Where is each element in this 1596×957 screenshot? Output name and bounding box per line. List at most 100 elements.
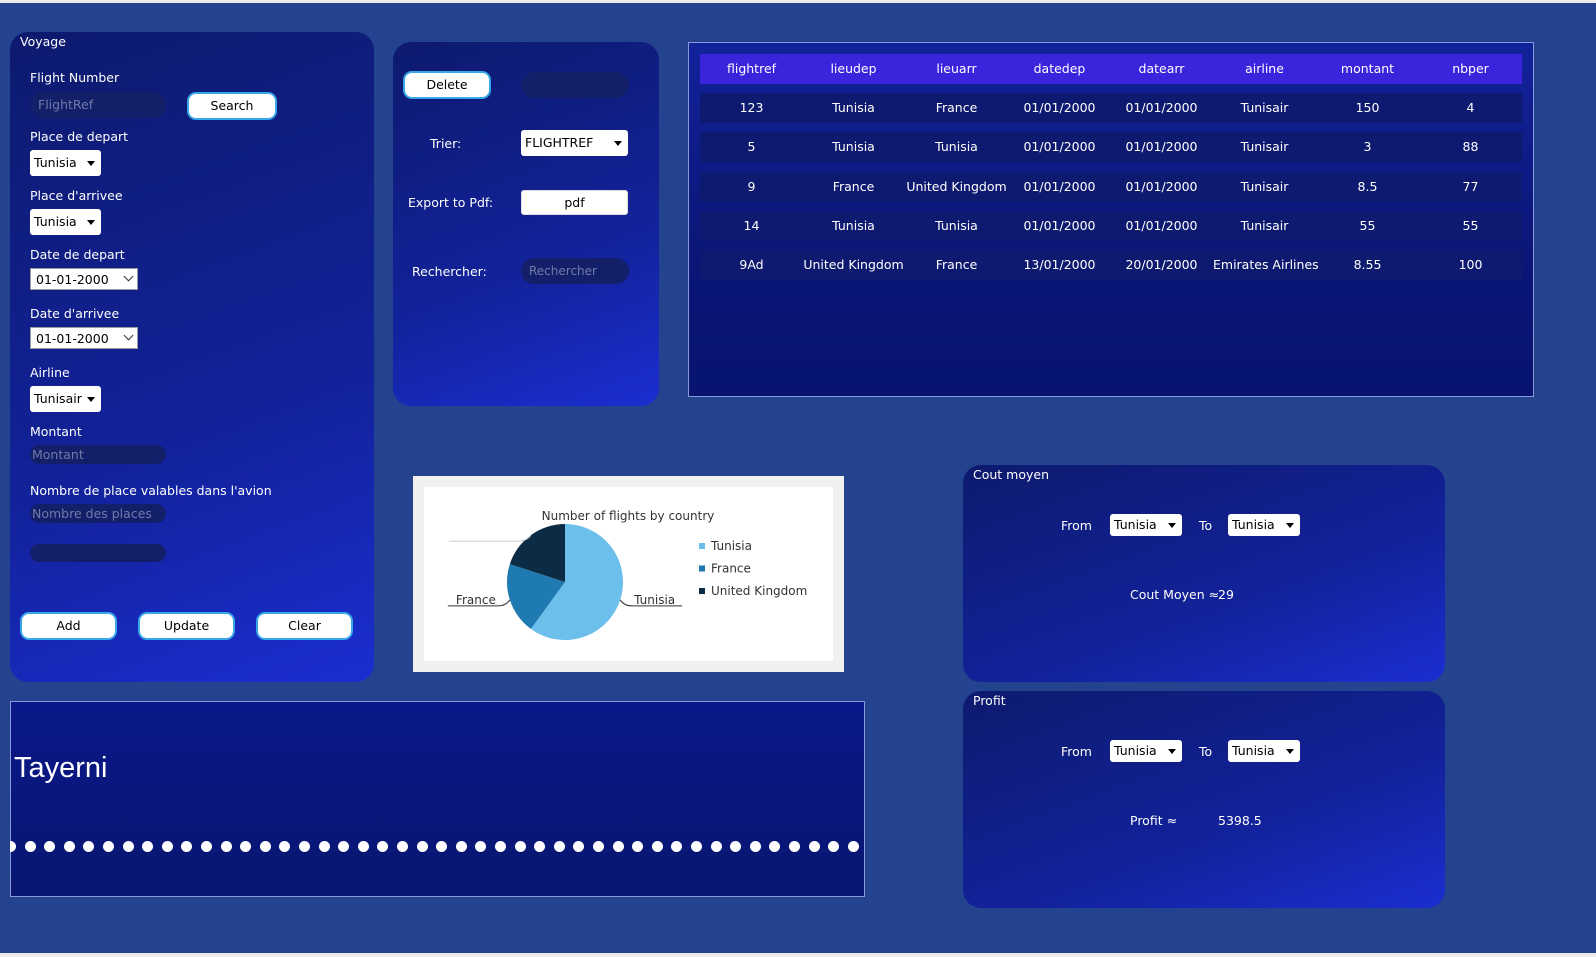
- profit-to-select[interactable]: Tunisia: [1228, 740, 1300, 762]
- dropdown-arrow-icon: [1168, 749, 1176, 754]
- progress-dot: [142, 841, 154, 852]
- place-depart-label: Place de depart: [30, 129, 129, 144]
- trier-label: Trier:: [430, 136, 462, 151]
- date-arrivee-picker[interactable]: 01-01-2000: [30, 327, 138, 349]
- profit-to-value: Tunisia: [1232, 743, 1275, 758]
- progress-dot: [475, 841, 487, 852]
- progress-dot: [240, 841, 252, 852]
- table-cell: 14: [743, 217, 760, 233]
- montant-input[interactable]: Montant: [30, 445, 166, 464]
- progress-dot: [769, 841, 781, 852]
- table-row[interactable]: 9Ad United Kingdom France 13/01/2000 20/01/2…: [700, 250, 1522, 281]
- table-cell: 8.55: [1353, 257, 1382, 273]
- table-row[interactable]: 9 France United Kingdom 01/01/2000 01/01/200…: [700, 171, 1522, 202]
- progress-dot: [416, 841, 428, 852]
- progress-dot: [455, 841, 467, 852]
- rechercher-input[interactable]: Rechercher: [521, 258, 629, 284]
- cout-moyen-panel: Cout moyen From Tunisia To Tunisia Cout …: [963, 465, 1445, 682]
- date-depart-picker[interactable]: 01-01-2000: [30, 268, 138, 290]
- progress-dot: [593, 841, 604, 852]
- pdf-button[interactable]: pdf: [521, 190, 628, 215]
- progress-dot: [44, 841, 56, 852]
- table-cell: Tunisair: [1240, 139, 1289, 155]
- table-cell: Tunisia: [832, 139, 875, 155]
- table-cell: France: [832, 178, 875, 194]
- update-button[interactable]: Update: [138, 612, 235, 640]
- table-cell: 01/01/2000: [1125, 217, 1198, 233]
- progress-dot: [122, 841, 134, 852]
- cout-from-value: Tunisia: [1114, 517, 1157, 532]
- table-row[interactable]: 14 Tunisia Tunisia 01/01/2000 01/01/2000 Tuni…: [700, 210, 1522, 241]
- dropdown-arrow-icon: [87, 220, 95, 225]
- slice-label: Tunisia: [633, 593, 675, 607]
- progress-dot: [338, 841, 350, 852]
- progress-dot: [397, 841, 408, 852]
- dropdown-arrow-icon: [87, 397, 95, 402]
- progress-dot: [299, 841, 310, 852]
- table-row[interactable]: 123 Tunisia France 01/01/2000 01/01/2000 Tuni…: [700, 93, 1522, 123]
- banner-title: Tayerni: [14, 752, 108, 784]
- table-cell: Tunisair: [1240, 100, 1289, 115]
- cout-result-label: Cout Moyen ≈: [1130, 587, 1220, 602]
- trier-select[interactable]: FLIGHTREF: [521, 130, 628, 156]
- profit-to-label: To: [1199, 744, 1213, 759]
- column-header[interactable]: lieudep: [802, 54, 905, 84]
- progress-dot: [847, 841, 859, 852]
- progress-dot: [181, 841, 193, 852]
- table-cell: 5: [747, 139, 756, 155]
- column-header[interactable]: flightref: [700, 54, 803, 84]
- slice-label: France: [456, 593, 496, 607]
- dropdown-arrow-icon: [1286, 749, 1294, 754]
- delete-button[interactable]: Delete: [403, 71, 491, 99]
- legend-swatch: [699, 565, 705, 572]
- chart-container: Number of flights by country Tunisia Franc…: [413, 476, 844, 672]
- table-row[interactable]: 5 Tunisia Tunisia 01/01/2000 01/01/2000 Tunis…: [700, 132, 1522, 163]
- progress-dot: [671, 841, 683, 852]
- date-arrivee-value: 01-01-2000: [36, 331, 109, 346]
- chevron-down-icon: [123, 271, 134, 282]
- table-cell: 4: [1466, 100, 1475, 115]
- dropdown-arrow-icon: [1286, 523, 1294, 528]
- progress-dot: [612, 841, 624, 852]
- profit-from-select[interactable]: Tunisia: [1110, 740, 1182, 762]
- place-arrivee-select[interactable]: Tunisia: [30, 209, 101, 235]
- place-depart-select[interactable]: Tunisia: [30, 150, 101, 176]
- cout-to-value: Tunisia: [1232, 517, 1275, 532]
- table-cell: 01/01/2000: [1023, 178, 1096, 194]
- montant-label: Montant: [30, 424, 82, 439]
- column-header[interactable]: datearr: [1110, 54, 1213, 84]
- search-button[interactable]: Search: [187, 92, 277, 120]
- column-header[interactable]: airline: [1213, 54, 1316, 84]
- nb-places-input[interactable]: Nombre des places: [30, 504, 166, 523]
- extra-input[interactable]: [30, 544, 166, 562]
- clear-button[interactable]: Clear: [256, 612, 353, 640]
- delete-input[interactable]: [521, 72, 629, 98]
- progress-dot: [63, 841, 75, 852]
- table-cell: France: [935, 100, 978, 115]
- legend-swatch: [699, 543, 705, 549]
- airline-label: Airline: [30, 365, 70, 380]
- banner-panel: Tayerni: [10, 701, 865, 897]
- cout-to-select[interactable]: Tunisia: [1228, 514, 1300, 536]
- legend-label: France: [711, 562, 751, 576]
- table-cell: Tunisair: [1240, 178, 1289, 194]
- profit-from-value: Tunisia: [1114, 743, 1157, 758]
- cout-from-select[interactable]: Tunisia: [1110, 514, 1182, 536]
- cout-moyen-title: Cout moyen: [973, 467, 1050, 482]
- column-header[interactable]: montant: [1316, 54, 1419, 84]
- progress-dot: [201, 841, 212, 852]
- table-cell: Emirates Airlines: [1213, 257, 1319, 273]
- place-arrivee-value: Tunisia: [34, 214, 77, 229]
- column-header[interactable]: datedep: [1008, 54, 1111, 84]
- table-cell: 88: [1462, 139, 1479, 155]
- column-header[interactable]: nbper: [1419, 54, 1522, 84]
- nb-places-label: Nombre de place valables dans l'avion: [30, 483, 272, 498]
- progress-dot: [161, 841, 173, 852]
- add-button[interactable]: Add: [20, 612, 117, 640]
- progress-dot: [749, 841, 761, 852]
- airline-select[interactable]: Tunisair: [30, 386, 101, 412]
- table-cell: 123: [739, 100, 764, 115]
- voyage-title: Voyage: [20, 34, 66, 49]
- flight-ref-input[interactable]: FlightRef: [30, 92, 166, 118]
- column-header[interactable]: lieuarr: [905, 54, 1008, 84]
